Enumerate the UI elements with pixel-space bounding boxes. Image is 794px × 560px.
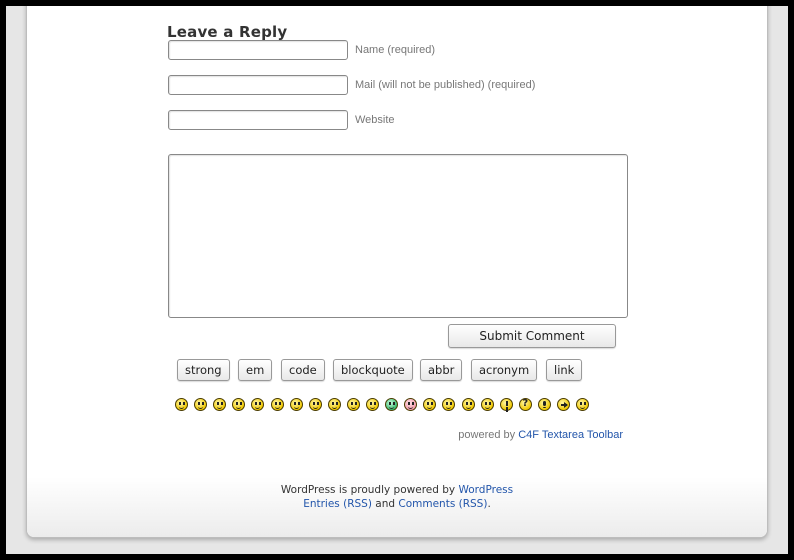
abbr-button[interactable]: abbr	[420, 359, 463, 381]
question-icon[interactable]	[518, 398, 532, 411]
smile-icon[interactable]	[175, 398, 188, 411]
mail-field[interactable]	[168, 75, 348, 95]
footer-line-1: WordPress is proudly powered by WordPres…	[27, 483, 767, 497]
confused-icon[interactable]	[270, 398, 284, 411]
page-content: Leave a Reply Name (required) Mail (will…	[26, 6, 768, 538]
exclaim-icon[interactable]	[499, 398, 513, 411]
shocked-icon[interactable]	[251, 398, 265, 411]
code-button[interactable]: code	[281, 359, 325, 381]
em-button[interactable]: em	[238, 359, 273, 381]
entries-rss-link[interactable]: Entries (RSS)	[303, 498, 372, 510]
footer-line-2: Entries (RSS) and Comments (RSS).	[27, 497, 767, 511]
footer-period: .	[487, 498, 491, 510]
mail-label: Mail (will not be published) (required)	[355, 79, 536, 91]
idea-icon[interactable]	[537, 398, 551, 411]
wordpress-link[interactable]: WordPress	[458, 484, 513, 496]
c4f-toolbar-link[interactable]: C4F Textarea Toolbar	[518, 429, 623, 441]
name-field[interactable]	[168, 40, 348, 60]
submit-comment-button[interactable]: Submit Comment	[448, 324, 616, 348]
rolleyes-icon[interactable]	[480, 398, 494, 411]
footer-powered-text: WordPress is proudly powered by	[280, 484, 456, 496]
comment-textarea[interactable]	[168, 154, 628, 318]
browser-window: Leave a Reply Name (required) Mail (will…	[6, 6, 788, 554]
name-label: Name (required)	[355, 44, 436, 56]
site-footer: WordPress is proudly powered by WordPres…	[27, 483, 767, 511]
wink-icon[interactable]	[366, 398, 379, 411]
surprised-icon[interactable]	[232, 398, 246, 411]
mad-icon[interactable]	[327, 398, 341, 411]
embarrassed-icon[interactable]	[404, 398, 418, 411]
strong-button[interactable]: strong	[177, 359, 230, 381]
neutral-icon[interactable]	[576, 398, 590, 411]
evil-icon[interactable]	[442, 398, 456, 411]
sad-icon[interactable]	[213, 398, 227, 411]
razz-icon[interactable]	[346, 398, 360, 411]
reply-heading: Leave a Reply	[167, 23, 288, 41]
cry-icon[interactable]	[423, 398, 437, 411]
link-button[interactable]: link	[546, 359, 583, 381]
acronym-button[interactable]: acronym	[471, 359, 538, 381]
blockquote-button[interactable]: blockquote	[333, 359, 413, 381]
powered-by: powered by C4F Textarea Toolbar	[458, 429, 623, 441]
website-field[interactable]	[168, 110, 348, 130]
powered-by-prefix: powered by	[458, 429, 516, 441]
cool-icon[interactable]	[289, 398, 303, 411]
laughing-icon[interactable]	[308, 398, 322, 411]
footer-and-text: and	[375, 498, 396, 510]
mrgreen-icon[interactable]	[385, 398, 399, 411]
arrow-icon[interactable]	[557, 398, 570, 411]
comments-rss-link[interactable]: Comments (RSS)	[398, 498, 487, 510]
grin-icon[interactable]	[194, 398, 208, 411]
website-label: Website	[355, 114, 395, 126]
twisted-icon[interactable]	[461, 398, 475, 411]
